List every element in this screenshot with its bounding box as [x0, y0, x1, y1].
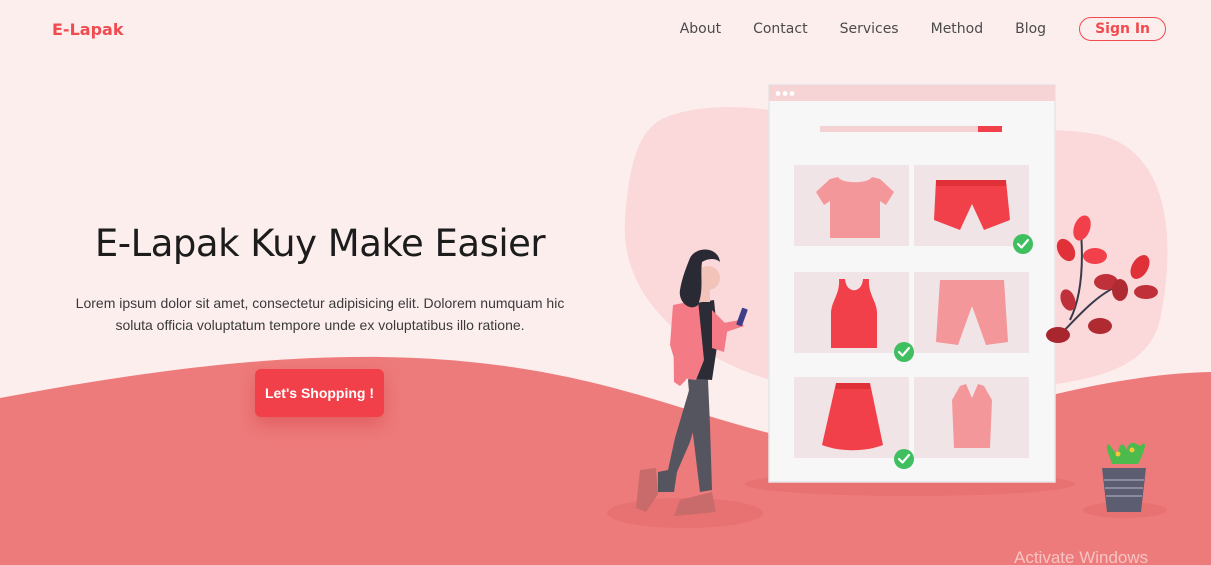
hero-title: E-Lapak Kuy Make Easier [94, 222, 546, 265]
nav-method[interactable]: Method [931, 21, 984, 37]
hero-illustration [607, 84, 1168, 528]
sign-in-button[interactable]: Sign In [1079, 17, 1166, 41]
shopping-cta-button[interactable]: Let's Shopping ! [255, 369, 384, 417]
top-nav: About Contact Services Method Blog Sign … [680, 17, 1166, 41]
browser-window [768, 84, 1056, 483]
brand-logo[interactable]: E-Lapak [52, 20, 123, 39]
nav-about[interactable]: About [680, 21, 721, 37]
nav-blog[interactable]: Blog [1015, 21, 1046, 37]
nav-services[interactable]: Services [840, 21, 899, 37]
check-icon [894, 342, 914, 362]
check-icon [1013, 234, 1033, 254]
potted-plant [1102, 442, 1146, 512]
hero-description: Lorem ipsum dolor sit amet, consectetur … [75, 295, 565, 333]
search-bar [820, 126, 1002, 132]
nav-contact[interactable]: Contact [753, 21, 807, 37]
activation-watermark: Activate Windows [1014, 548, 1149, 565]
check-icon [894, 449, 914, 469]
